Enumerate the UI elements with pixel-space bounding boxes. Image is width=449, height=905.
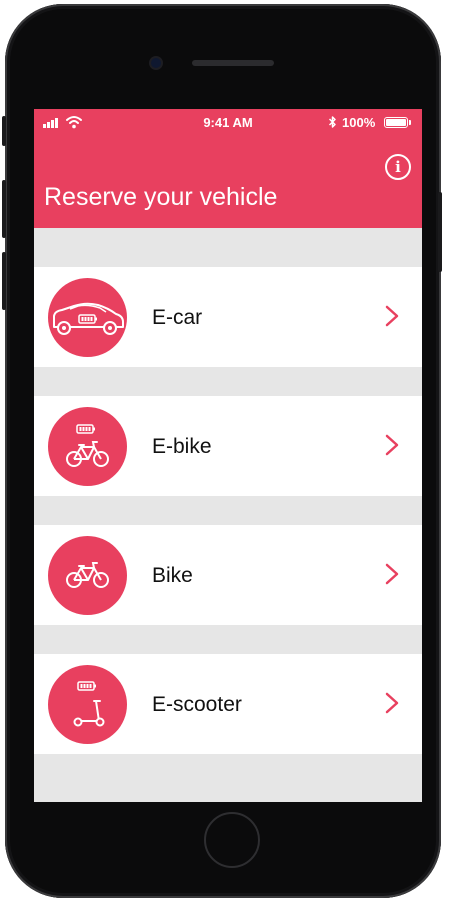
battery-icon — [384, 117, 408, 128]
power-button — [438, 192, 442, 272]
volume-up-button — [2, 180, 6, 238]
e-scooter-icon — [48, 665, 127, 744]
vehicle-label: Bike — [152, 564, 193, 587]
battery-percentage: 100% — [342, 115, 376, 130]
bluetooth-icon — [328, 116, 336, 128]
status-bar: 9:41 AM 100% — [34, 109, 422, 137]
page-title: Reserve your vehicle — [44, 183, 278, 211]
vehicle-row-e-bike[interactable]: E-bike — [34, 396, 422, 496]
vehicle-label: E-scooter — [152, 693, 242, 716]
chevron-right-icon — [385, 434, 399, 456]
info-button[interactable]: i — [385, 154, 411, 180]
vehicle-row-e-scooter[interactable]: E-scooter — [34, 654, 422, 754]
battery-tip — [409, 120, 411, 125]
earpiece-speaker — [192, 60, 274, 66]
app-screen: 9:41 AM 100% i Reserve your vehicle E-ca… — [34, 109, 422, 802]
vehicle-label: E-car — [152, 306, 203, 329]
vehicle-label: E-bike — [152, 435, 212, 458]
front-camera — [151, 58, 161, 68]
mute-switch — [2, 116, 6, 146]
chevron-right-icon — [385, 305, 399, 327]
chevron-right-icon — [385, 563, 399, 585]
e-car-icon — [48, 278, 127, 357]
bike-icon — [48, 536, 127, 615]
vehicle-row-bike[interactable]: Bike — [34, 525, 422, 625]
volume-down-button — [2, 252, 6, 310]
vehicle-row-e-car[interactable]: E-car — [34, 267, 422, 367]
e-bike-icon — [48, 407, 127, 486]
app-header: 9:41 AM 100% i Reserve your vehicle — [34, 109, 422, 228]
chevron-right-icon — [385, 692, 399, 714]
home-button[interactable] — [204, 812, 260, 868]
